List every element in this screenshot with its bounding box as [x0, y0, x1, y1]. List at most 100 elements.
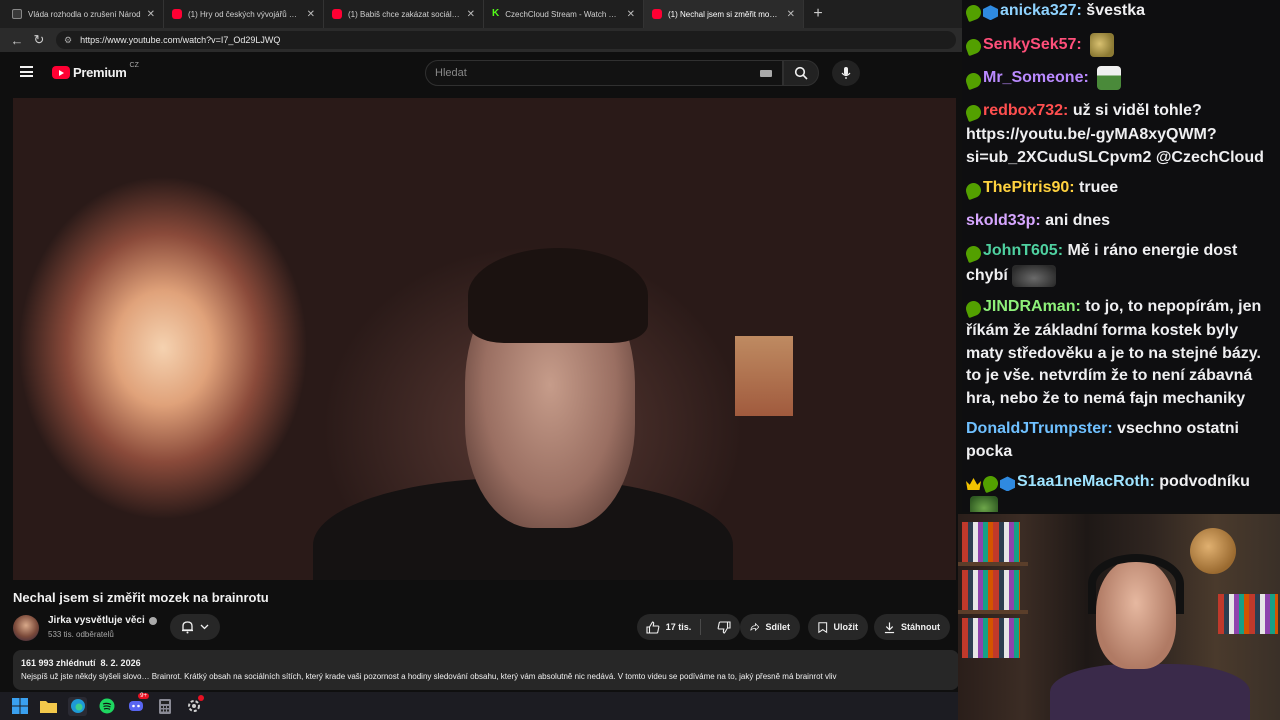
spotify-icon[interactable] [97, 697, 116, 716]
calculator-icon[interactable] [155, 697, 174, 716]
bookshelf-books [962, 570, 1020, 610]
browser-tab-strip: Vláda rozhodla o zrušení Národ ✕ (1) Hry… [0, 0, 962, 28]
search-placeholder: Hledat [435, 67, 467, 79]
share-button[interactable]: Sdílet [740, 614, 800, 640]
browser-tab-3[interactable]: (1) Babiš chce zakázat sociální sítě ✕ [324, 0, 484, 28]
chat-message: ThePitris90: truee [963, 177, 1276, 202]
subscriber-count: 533 tis. odběratelů [48, 630, 114, 639]
tab-title: (1) Babiš chce zakázat sociální sítě [348, 9, 461, 19]
notifications-button[interactable] [170, 614, 220, 640]
close-tab-icon[interactable]: ✕ [307, 9, 315, 20]
shelf [958, 610, 1028, 614]
video-player[interactable] [13, 98, 956, 580]
chat-username[interactable]: skold33p [966, 212, 1035, 229]
chat-username[interactable]: SenkySek57 [983, 36, 1076, 53]
chat-username[interactable]: DonaldJTrumpster [966, 420, 1107, 437]
description-box[interactable]: 161 993 zhlédnutí 8. 2. 2026 Nejspíš už … [13, 650, 959, 690]
youtube-logo[interactable]: Premium CZ [52, 62, 139, 80]
address-bar-row: ← ↻ ⚙ https://www.youtube.com/watch?v=I7… [0, 28, 962, 52]
like-count: 17 tis. [665, 622, 692, 632]
voice-search-button[interactable] [832, 60, 860, 86]
browser-tab-1[interactable]: Vláda rozhodla o zrušení Národ ✕ [4, 0, 164, 28]
pepe-emote-icon [1090, 32, 1115, 57]
streamer-body [1050, 664, 1250, 720]
upload-date: 8. 2. 2026 [100, 658, 141, 668]
menu-icon[interactable] [20, 66, 33, 77]
video-frame-lamp [735, 336, 793, 416]
close-tab-icon[interactable]: ✕ [467, 9, 475, 20]
youtube-icon [652, 9, 662, 19]
browser-tab-4[interactable]: K CzechCloud Stream - Watch Live o ✕ [484, 0, 644, 28]
verified-icon [148, 616, 157, 625]
settings-icon[interactable] [184, 694, 204, 716]
channel-avatar[interactable] [13, 615, 39, 641]
thumbs-down-icon [717, 620, 731, 634]
save-label: Uložit [833, 622, 859, 632]
chat-message: skold33p: ani dnes [966, 210, 1276, 233]
chat-badges [966, 473, 1017, 496]
search-button[interactable] [783, 60, 819, 86]
chat-message: DonaldJTrumpster: vsechno ostatni pocka [966, 418, 1276, 463]
tired-emote-icon [1011, 264, 1056, 287]
browser-tab-2[interactable]: (1) Hry od českých vývojářů dobýv ✕ [164, 0, 324, 28]
browser-tab-5-active[interactable]: (1) Nechal jsem si změřit mozek na ✕ [644, 0, 804, 28]
chat-message: S1aa1neMacRoth: podvodníku [966, 471, 1276, 512]
logo-text: Premium [73, 65, 127, 80]
green-badge-icon [963, 298, 984, 319]
like-button[interactable]: 17 tis. [637, 619, 701, 635]
notification-dot [198, 694, 204, 701]
chat-message: redbox732: už si viděl tohle? https://yo… [963, 100, 1276, 170]
back-icon[interactable]: ← [6, 33, 28, 48]
channel-name-row[interactable]: Jirka vysvětluje věci [48, 615, 157, 626]
thumbs-up-icon [646, 620, 660, 634]
keyboard-icon[interactable] [760, 70, 772, 77]
search-input[interactable]: Hledat [425, 60, 783, 86]
discord-badge: 9+ [138, 692, 149, 699]
chat-text: truee [1079, 179, 1119, 197]
green-badge-icon [963, 103, 984, 123]
shelf [958, 562, 1028, 566]
chat-colon: : [1075, 297, 1086, 315]
view-date-row: 161 993 zhlédnutí 8. 2. 2026 [21, 658, 951, 668]
bookshelf-books [962, 522, 1020, 562]
channel-name[interactable]: Jirka vysvětluje věci [48, 615, 145, 626]
chat-colon: : [1069, 179, 1080, 197]
close-tab-icon[interactable]: ✕ [787, 9, 795, 20]
headset [1088, 554, 1184, 614]
download-button[interactable]: Stáhnout [874, 614, 950, 640]
file-explorer-icon[interactable] [39, 697, 58, 716]
chat-username[interactable]: S1aa1neMacRoth [1017, 473, 1150, 490]
chat-username[interactable]: Mr_Someone [983, 69, 1083, 86]
chat-username[interactable]: redbox732 [983, 102, 1063, 119]
url-text: https://www.youtube.com/watch?v=I7_Od29L… [80, 35, 281, 45]
address-bar[interactable]: ⚙ https://www.youtube.com/watch?v=I7_Od2… [56, 31, 956, 49]
cube-badge-icon [983, 5, 998, 21]
chat-badges [963, 69, 984, 92]
windows-icon[interactable] [10, 697, 29, 716]
tab-title: CzechCloud Stream - Watch Live o [505, 9, 621, 19]
new-tab-button[interactable]: + [804, 5, 832, 23]
globe [1190, 528, 1236, 574]
chat-username[interactable]: JINDRAman [983, 298, 1075, 315]
reload-icon[interactable]: ↻ [28, 32, 50, 48]
chat-colon: : [1035, 211, 1046, 229]
chat-username[interactable]: JohnT605 [983, 242, 1058, 259]
youtube-icon [332, 9, 342, 19]
chat-username[interactable]: ThePitris90 [983, 179, 1069, 196]
chat-colon: : [1083, 69, 1094, 87]
chat-badges [963, 179, 984, 202]
chat-text: ani dnes [1045, 211, 1111, 229]
save-button[interactable]: Uložit [808, 614, 868, 640]
dislike-button[interactable] [707, 620, 740, 634]
edge-icon[interactable] [68, 696, 87, 716]
youtube-header: Premium CZ Hledat [0, 52, 962, 92]
chat-badges [963, 36, 984, 59]
close-tab-icon[interactable]: ✕ [147, 9, 155, 20]
chat-username[interactable]: anicka327 [1000, 2, 1077, 19]
green-badge-icon [963, 70, 984, 90]
close-tab-icon[interactable]: ✕ [627, 9, 635, 20]
bell-icon [182, 621, 193, 634]
chat-message: Mr_Someone: [963, 66, 1276, 92]
site-info-icon[interactable]: ⚙ [64, 35, 72, 46]
discord-icon[interactable]: 9+ [126, 692, 149, 716]
